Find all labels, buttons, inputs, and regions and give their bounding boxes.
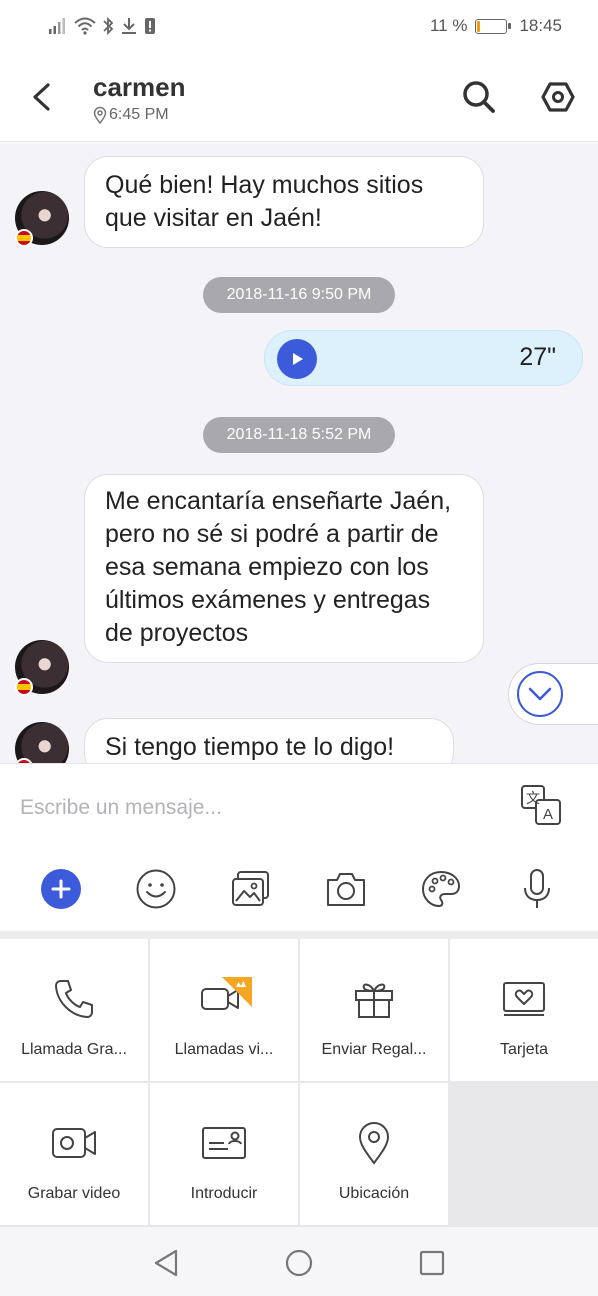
contact-name[interactable]: carmen	[93, 72, 186, 103]
action-label: Ubicación	[338, 1185, 410, 1202]
camera-button[interactable]	[323, 866, 369, 912]
battery-icon	[475, 18, 512, 34]
bluetooth-icon	[103, 16, 114, 36]
contact-avatar[interactable]	[15, 722, 69, 763]
nav-back-button[interactable]	[150, 1247, 182, 1279]
emoji-icon	[136, 869, 176, 909]
gallery-button[interactable]	[228, 866, 274, 912]
voice-duration: 27"	[519, 343, 556, 371]
battery-percent: 11 %	[429, 16, 468, 35]
outgoing-voice-message[interactable]: 27"	[264, 330, 583, 386]
composer-toolbar	[0, 864, 598, 914]
download-icon	[122, 18, 136, 34]
record-video-action[interactable]: Grabar video	[0, 1083, 148, 1225]
gift-icon	[355, 983, 393, 1018]
local-time-text: 6:45 PM	[109, 106, 169, 123]
back-icon	[33, 83, 50, 111]
status-right: 11 % 18:45	[430, 14, 562, 38]
actions-grid: Llamada Gra... Llamadas vi... Enviar Reg…	[0, 939, 598, 1226]
spain-flag-icon	[15, 678, 33, 696]
play-button[interactable]	[277, 339, 317, 379]
scroll-to-bottom-button[interactable]	[508, 663, 598, 725]
plus-button[interactable]	[41, 869, 81, 909]
signal-icon	[49, 18, 65, 34]
card-action[interactable]: Tarjeta	[450, 939, 598, 1081]
settings-icon	[541, 82, 575, 112]
search-icon	[463, 81, 495, 113]
emoji-button[interactable]	[133, 866, 179, 912]
plus-icon	[51, 879, 71, 899]
action-label: Llamada Gra...	[21, 1041, 127, 1058]
contact-card-icon	[202, 1127, 246, 1159]
palette-button[interactable]	[418, 866, 464, 912]
translate-button[interactable]: 文 A	[520, 784, 562, 826]
back-button[interactable]	[24, 76, 58, 118]
nav-recents-button[interactable]	[416, 1247, 448, 1279]
contact-local-time: 6:45 PM	[93, 106, 169, 124]
system-nav-bar	[0, 1226, 598, 1296]
camera-icon	[327, 873, 365, 906]
heart-card-icon	[503, 982, 545, 1016]
location-pin-icon	[93, 106, 107, 124]
gallery-icon	[232, 871, 269, 906]
incoming-message[interactable]: Si tengo tiempo te lo digo!	[84, 718, 454, 763]
play-icon	[293, 353, 303, 365]
wifi-icon	[74, 17, 96, 35]
message-input[interactable]	[20, 790, 480, 826]
phone-icon	[55, 980, 93, 1018]
svg-text:A: A	[543, 806, 553, 823]
location-icon	[358, 1122, 390, 1165]
chat-messages[interactable]: Qué bien! Hay muchos sitios que visitar …	[0, 143, 598, 763]
action-label: Grabar video	[27, 1185, 121, 1202]
introduce-action[interactable]: Introducir	[150, 1083, 298, 1225]
clock: 18:45	[519, 16, 562, 35]
translate-icon: 文 A	[521, 785, 561, 825]
settings-button[interactable]	[536, 76, 580, 118]
microphone-icon	[524, 869, 550, 908]
alert-icon	[145, 18, 155, 34]
action-label: Enviar Regal...	[321, 1041, 427, 1058]
search-button[interactable]	[458, 76, 500, 118]
message-composer: 文 A	[0, 763, 598, 931]
record-video-icon	[52, 1128, 96, 1158]
incoming-message[interactable]: Qué bien! Hay muchos sitios que visitar …	[84, 156, 484, 248]
microphone-button[interactable]	[514, 866, 560, 912]
divider	[0, 931, 598, 939]
incoming-message[interactable]: Me encantaría enseñarte Jaén, pero no sé…	[84, 474, 484, 663]
chevron-down-icon	[517, 671, 563, 717]
send-gift-action[interactable]: Enviar Regal...	[300, 939, 448, 1081]
timestamp-pill: 2018-11-16 9:50 PM	[203, 277, 395, 313]
action-label: Llamadas vi...	[174, 1041, 274, 1058]
chat-header: carmen 6:45 PM	[0, 52, 598, 142]
triangle-back-icon	[154, 1249, 178, 1277]
location-action[interactable]: Ubicación	[300, 1083, 448, 1225]
video-call-action[interactable]: Llamadas vi...	[150, 939, 298, 1081]
free-call-action[interactable]: Llamada Gra...	[0, 939, 148, 1081]
status-bar: 11 % 18:45	[0, 0, 598, 52]
timestamp-pill: 2018-11-18 5:52 PM	[203, 417, 395, 453]
palette-icon	[421, 870, 461, 908]
action-label: Tarjeta	[499, 1041, 549, 1058]
action-label: Introducir	[190, 1185, 258, 1202]
status-icons	[48, 14, 156, 38]
nav-home-button[interactable]	[283, 1247, 315, 1279]
spain-flag-icon	[15, 229, 33, 247]
video-call-icon	[201, 977, 252, 1010]
square-recents-icon	[419, 1250, 445, 1276]
battery-level-fill	[477, 20, 481, 32]
svg-text:文: 文	[526, 791, 540, 807]
circle-home-icon	[285, 1249, 313, 1277]
